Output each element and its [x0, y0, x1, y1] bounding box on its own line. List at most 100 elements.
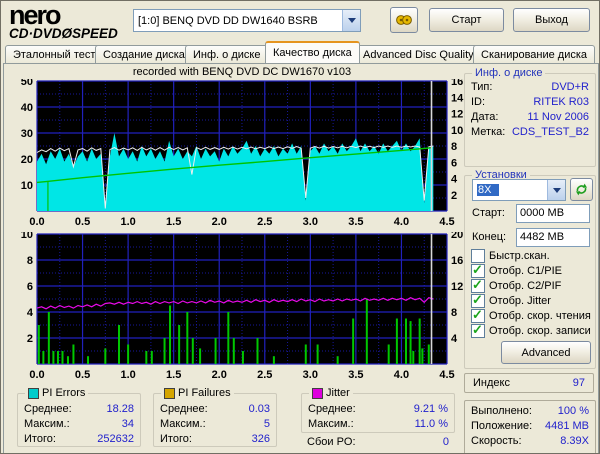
stat-label: Максим.: [24, 418, 70, 430]
svg-text:50: 50 [21, 79, 33, 88]
jitter-rows: Среднее: 9.21 % Максим.: 11.0 % [308, 402, 448, 432]
svg-text:2.0: 2.0 [212, 216, 227, 228]
svg-text:20: 20 [21, 154, 33, 166]
stat-label: Среднее: [160, 403, 208, 415]
device-select[interactable]: [1:0] BENQ DVD DD DW1640 BSRB [133, 9, 361, 32]
stat-row: Итого: 326 [160, 432, 270, 447]
progress-panel: Выполнено: 100 % Положение: 4481 MB Скорость… [464, 400, 596, 453]
stat-value: RITEK R03 [533, 96, 589, 108]
checkbox-label: Быстр.скан. [489, 250, 550, 262]
tab-create-disc[interactable]: Создание диска [95, 45, 193, 63]
chevron-down-icon[interactable] [547, 180, 565, 200]
refresh-icon [576, 183, 587, 196]
advanced-button[interactable]: Advanced [501, 341, 591, 364]
pi-errors-rows: Среднее: 18.28 Максим.: 34 Итого: 252632 [24, 402, 134, 447]
checkbox-icon[interactable]: ✓ [471, 307, 485, 323]
jitter-stats-box: Jitter Среднее: 9.21 % Максим.: 11.0 % [301, 387, 455, 433]
pi-errors-legend-label: PI Errors [42, 387, 86, 399]
svg-text:2.5: 2.5 [257, 216, 272, 228]
tab-disc-info[interactable]: Инф. о диске [185, 45, 269, 63]
speed-select-value: 8X [477, 184, 500, 196]
start-button[interactable]: Старт [429, 8, 504, 32]
stat-label: Среднее: [24, 403, 72, 415]
svg-text:1.0: 1.0 [120, 216, 135, 228]
svg-text:20: 20 [451, 232, 463, 241]
stat-row: Дата: 11 Nov 2006 [471, 110, 589, 125]
chart-title: recorded with BENQ DVD DC DW1670 v103 [132, 66, 352, 78]
stat-value: 252632 [97, 433, 134, 445]
stat-row: Среднее: 18.28 [24, 402, 134, 417]
pi-failures-stats-box: PI Failures Среднее: 0.03 Максим.: 5 Итого: 3… [153, 387, 277, 447]
stat-label: Максим.: [160, 418, 206, 430]
svg-text:1.5: 1.5 [166, 216, 181, 228]
pi-failures-rows: Среднее: 0.03 Максим.: 5 Итого: 326 [160, 402, 270, 447]
pi-errors-chart: 50 40 30 20 10 16 14 12 10 8 6 4 2 0.0 0.5 1.0 1.5 2.0 2.5… [21, 79, 464, 228]
stat-label: Максим.: [308, 418, 354, 430]
jitter-legend-label: Jitter [326, 387, 350, 399]
stat-value: 18.28 [106, 403, 134, 415]
disc-info-legend: Инф. о диске [472, 67, 546, 79]
svg-text:8: 8 [451, 141, 457, 153]
device-select-value: [1:0] BENQ DVD DD DW1640 BSRB [138, 14, 318, 27]
stat-label: Тип: [471, 81, 493, 93]
refresh-button[interactable] [570, 178, 593, 201]
stat-row: Тип: DVD+R [471, 80, 589, 95]
stat-row: Скорость: 8.39X [471, 434, 589, 449]
stat-row: ID: RITEK R03 [471, 95, 589, 110]
stat-row: Выполнено: 100 % [471, 404, 589, 419]
svg-text:4: 4 [451, 333, 458, 345]
checkbox-item-3[interactable]: ✓ Отобр. Jitter [471, 292, 551, 308]
end-position-label: Конец: [472, 231, 507, 243]
exit-button[interactable]: Выход [513, 8, 590, 32]
stat-value: CDS_TEST_B2 [511, 126, 589, 138]
svg-text:10: 10 [451, 125, 463, 137]
progress-rows: Выполнено: 100 % Положение: 4481 MB Скорость… [471, 404, 589, 449]
stat-value: 4481 MB [544, 420, 589, 432]
stat-value: DVD+R [551, 81, 589, 93]
stat-value: 0.03 [248, 403, 270, 415]
stat-value: 5 [263, 418, 270, 430]
svg-text:40: 40 [21, 102, 33, 114]
checkbox-label: Отобр. Jitter [489, 295, 551, 307]
stat-label: Выполнено: [471, 405, 532, 417]
checkbox-icon[interactable]: ✓ [471, 292, 485, 308]
checkbox-item-0[interactable]: ✓ Быстр.скан. [471, 249, 550, 263]
checkbox-item-5[interactable]: ✓ Отобр. скор. записи [471, 322, 591, 338]
svg-text:4: 4 [27, 307, 34, 319]
stat-label: Среднее: [308, 403, 356, 415]
chevron-down-icon[interactable] [342, 10, 360, 31]
svg-text:2.0: 2.0 [212, 369, 227, 381]
svg-text:30: 30 [21, 128, 33, 140]
speed-select[interactable]: 8X [472, 179, 566, 201]
checkbox-item-2[interactable]: ✓ Отобр. C2/PIF [471, 277, 561, 293]
stat-row: Максим.: 5 [160, 417, 270, 432]
stat-value: 8.39X [560, 435, 589, 447]
stat-row: Положение: 4481 MB [471, 419, 589, 434]
svg-text:8: 8 [27, 255, 33, 267]
disc-info-rows: Тип: DVD+R ID: RITEK R03 Дата: 11 Nov 2006 Мет… [471, 80, 589, 140]
checkbox-item-4[interactable]: ✓ Отобр. скор. чтения [471, 307, 591, 323]
stat-label: Итого: [24, 433, 56, 445]
checkbox-icon[interactable]: ✓ [471, 322, 485, 338]
svg-text:4.5: 4.5 [439, 216, 454, 228]
tab-disc-quality[interactable]: Качество диска [265, 41, 360, 63]
stat-value: 9.21 % [413, 403, 448, 415]
checkbox-icon[interactable]: ✓ [471, 277, 485, 293]
svg-text:6: 6 [27, 281, 33, 293]
disc-info-tool-button[interactable] [390, 7, 418, 33]
stat-row: Итого: 252632 [24, 432, 134, 447]
tab-scan-disc[interactable]: Сканирование диска [473, 45, 596, 63]
checkbox-icon[interactable]: ✓ [471, 262, 485, 278]
stat-label: Дата: [471, 111, 499, 123]
svg-text:3.0: 3.0 [303, 369, 318, 381]
checkbox-label: Отобр. скор. чтения [489, 310, 591, 322]
checkbox-item-1[interactable]: ✓ Отобр. C1/PIE [471, 262, 562, 278]
stat-value: 326 [251, 433, 270, 445]
end-position-input[interactable]: 4482 MB [516, 228, 590, 247]
checkbox-icon[interactable]: ✓ [471, 249, 485, 263]
tab-advanced-disc-quality[interactable]: Advanced Disc Quality [355, 45, 482, 63]
start-position-input[interactable]: 0000 MB [516, 204, 590, 223]
tab-bar: Эталонный тест Создание диска Инф. о дис… [3, 41, 599, 63]
tab-benchmark[interactable]: Эталонный тест [5, 45, 104, 63]
svg-text:0.0: 0.0 [29, 369, 44, 381]
